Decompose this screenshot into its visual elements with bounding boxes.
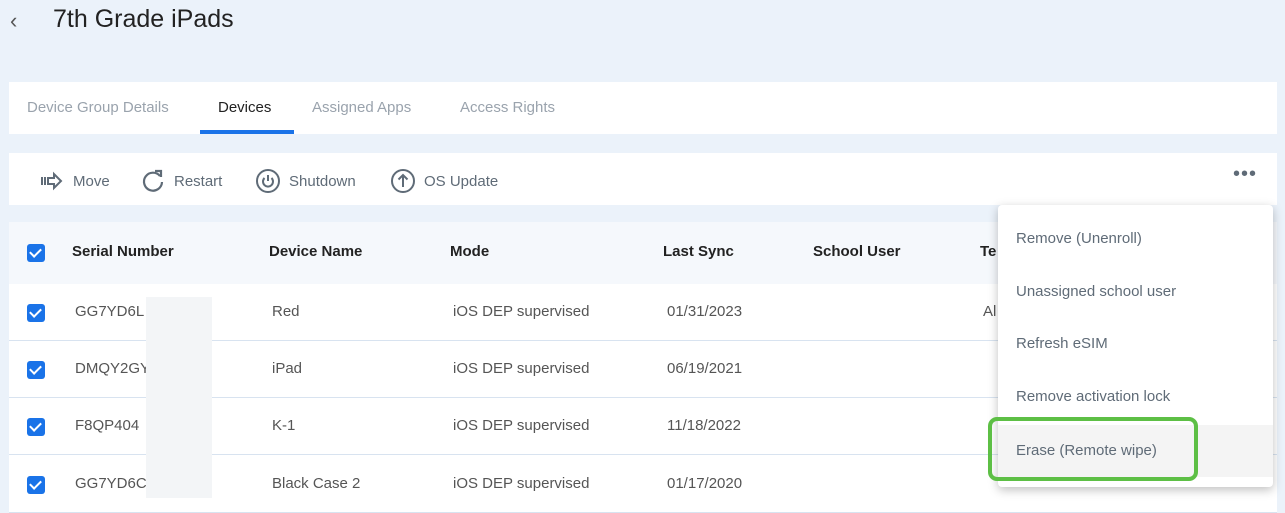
last-sync: 06/19/2021 — [667, 360, 743, 377]
col-school-user[interactable]: School User — [813, 243, 901, 260]
more-options-icon[interactable]: ••• — [1233, 163, 1257, 186]
os-update-button[interactable]: OS Update — [390, 168, 498, 194]
device-name[interactable]: Black Case 2 — [272, 475, 360, 492]
tab-assigned-apps[interactable]: Assigned Apps — [312, 99, 411, 116]
row-checkbox[interactable] — [27, 476, 45, 494]
last-sync: 01/17/2020 — [667, 475, 743, 492]
page-title: 7th Grade iPads — [53, 5, 234, 33]
restart-button[interactable]: Restart — [140, 168, 222, 194]
device-name[interactable]: iPad — [272, 360, 302, 377]
mode: iOS DEP supervised — [453, 475, 590, 492]
device-name[interactable]: K-1 — [272, 417, 295, 434]
mode: iOS DEP supervised — [453, 417, 590, 434]
col-mode[interactable]: Mode — [450, 243, 489, 260]
last-sync: 01/31/2023 — [667, 303, 743, 320]
os-update-label: OS Update — [424, 172, 499, 190]
menu-item-refresh-esim[interactable]: Refresh eSIM — [998, 318, 1273, 370]
redaction-block — [146, 297, 212, 498]
col-device-name[interactable]: Device Name — [269, 243, 362, 260]
restart-label: Restart — [174, 172, 223, 190]
col-last-sync[interactable]: Last Sync — [663, 243, 734, 260]
toolbar: Move Restart Shutdown OS Update ••• — [9, 153, 1277, 205]
mode: iOS DEP supervised — [453, 303, 590, 320]
col-te[interactable]: Te — [980, 243, 996, 260]
restart-icon — [142, 169, 164, 192]
serial-number: F8QP404 — [75, 417, 140, 434]
menu-item-unassigned-school-user[interactable]: Unassigned school user — [998, 266, 1273, 318]
shutdown-button[interactable]: Shutdown — [255, 168, 356, 194]
active-tab-indicator — [200, 130, 294, 134]
arrow-up-circle-icon — [391, 169, 415, 193]
back-chevron-icon[interactable]: ‹ — [10, 8, 17, 34]
col-serial-number[interactable]: Serial Number — [72, 243, 174, 260]
device-name[interactable]: Red — [272, 303, 300, 320]
serial-number: DMQY2GY — [75, 360, 151, 377]
select-all-checkbox[interactable] — [27, 244, 45, 262]
power-icon — [256, 169, 280, 193]
move-label: Move — [73, 172, 110, 190]
tab-devices[interactable]: Devices — [218, 99, 271, 116]
shutdown-label: Shutdown — [289, 172, 356, 190]
tab-bar: Device Group Details Devices Assigned Ap… — [9, 82, 1277, 134]
move-arrow-icon — [41, 171, 63, 191]
highlight-box — [988, 417, 1198, 481]
move-button[interactable]: Move — [39, 168, 110, 194]
mode: iOS DEP supervised — [453, 360, 590, 377]
last-sync: 11/18/2022 — [667, 417, 741, 434]
te-value: Al — [983, 303, 997, 320]
tab-access-rights[interactable]: Access Rights — [460, 99, 555, 116]
menu-item-remove-activation-lock[interactable]: Remove activation lock — [998, 371, 1273, 423]
serial-number: GG7YD6L — [75, 303, 145, 320]
serial-number: GG7YD6C — [75, 475, 147, 492]
row-checkbox[interactable] — [27, 418, 45, 436]
row-checkbox[interactable] — [27, 361, 45, 379]
menu-item-remove-unenroll[interactable]: Remove (Unenroll) — [998, 213, 1273, 265]
row-checkbox[interactable] — [27, 304, 45, 322]
tab-device-group-details[interactable]: Device Group Details — [27, 99, 169, 116]
